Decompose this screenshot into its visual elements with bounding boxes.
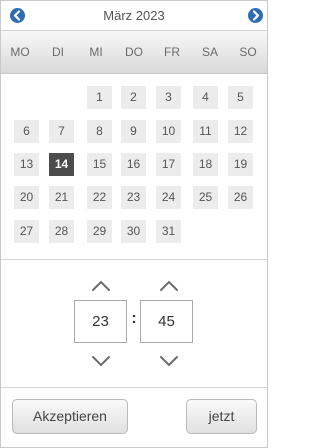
day-cell[interactable]: 31 [156,220,181,243]
accept-button[interactable]: Akzeptieren [12,399,128,434]
day-cell[interactable]: 1 [87,86,112,109]
day-cell[interactable]: 20 [14,186,39,209]
day-cell[interactable]: 12 [228,120,253,143]
weekday-label: DI [52,45,64,59]
day-cell[interactable]: 21 [49,186,74,209]
divider [1,259,267,260]
weekday-label: DO [125,45,143,59]
now-button[interactable]: jetzt [186,399,257,434]
time-separator: : [131,310,137,327]
day-cell[interactable]: 13 [14,153,39,176]
day-cell[interactable]: 23 [121,186,146,209]
chevron-down-icon[interactable] [157,351,181,371]
divider [1,387,267,388]
weekday-label: MO [10,45,30,59]
day-cell[interactable]: 7 [49,120,74,143]
day-cell[interactable]: 5 [228,86,253,109]
weekday-label: MI [89,45,103,59]
chevron-up-icon[interactable] [89,276,113,296]
datetime-picker-panel: März 2023 MO DI MI DO FR SA SO 123456789… [0,0,268,448]
day-cell[interactable]: 26 [228,186,253,209]
day-cell[interactable]: 28 [49,220,74,243]
day-cell[interactable]: 22 [87,186,112,209]
day-cell[interactable]: 16 [121,153,146,176]
weekday-row: MO DI MI DO FR SA SO [1,30,267,74]
chevron-up-icon[interactable] [157,276,181,296]
day-cell[interactable]: 24 [156,186,181,209]
day-cell[interactable]: 15 [87,153,112,176]
weekday-label: SO [239,45,257,59]
day-cell[interactable]: 6 [14,120,39,143]
day-cell[interactable]: 2 [121,86,146,109]
calendar-header: März 2023 [1,1,267,29]
day-cell[interactable]: 19 [228,153,253,176]
weekday-label: SA [201,45,218,59]
day-cell[interactable]: 30 [121,220,146,243]
day-cell[interactable]: 29 [87,220,112,243]
day-cell[interactable]: 27 [14,220,39,243]
month-title: März 2023 [103,8,165,23]
day-cell[interactable]: 10 [156,120,181,143]
weekday-label: FR [164,45,180,59]
chevron-right-icon[interactable] [248,8,263,23]
day-cell[interactable]: 17 [156,153,181,176]
minute-field[interactable]: 45 [140,300,193,343]
day-cell-selected[interactable]: 14 [49,153,74,176]
day-cell[interactable]: 9 [121,120,146,143]
day-cell[interactable]: 8 [87,120,112,143]
day-cell[interactable]: 18 [193,153,218,176]
day-cell[interactable]: 11 [193,120,218,143]
hour-field[interactable]: 23 [74,300,127,343]
day-grid: 1 2 3 4 5 6 7 8 9 10 11 12 13 14 15 16 17 18 19 20 21 22 23 24 2… [1,74,267,252]
chevron-down-icon[interactable] [89,351,113,371]
day-cell[interactable]: 4 [193,86,218,109]
day-cell[interactable]: 25 [193,186,218,209]
day-cell[interactable]: 3 [156,86,181,109]
